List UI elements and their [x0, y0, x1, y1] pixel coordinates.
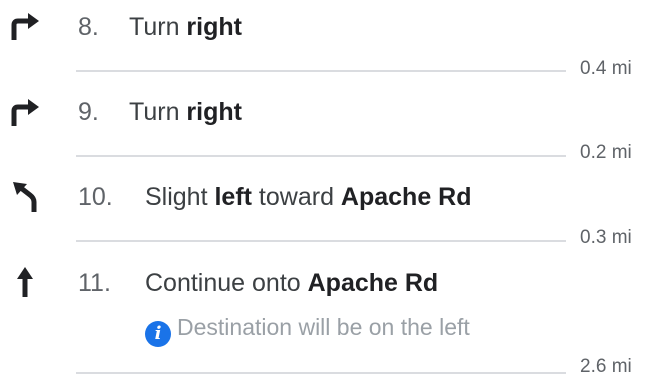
instruction-text: Turn [129, 98, 187, 126]
instruction-text: toward [251, 183, 341, 211]
straight-icon [8, 265, 42, 299]
step-distance: 0.3 mi [580, 227, 632, 248]
step-distance: 0.2 mi [580, 142, 632, 163]
step-divider [76, 70, 566, 72]
step-number: 8. [78, 13, 99, 41]
step-distance: 0.4 mi [580, 58, 632, 79]
destination-note-text: Destination will be on the left [177, 314, 470, 340]
step-divider [76, 240, 566, 242]
instruction-text: Turn [129, 13, 187, 41]
turn-right-icon [8, 10, 42, 44]
instruction-emphasis: Apache Rd [340, 183, 472, 211]
step-instruction: Turn right [129, 12, 242, 42]
step-number: 11. [78, 269, 111, 297]
turn-right-icon [8, 96, 42, 130]
step-instruction: Turn right [129, 97, 242, 127]
instruction-emphasis: left [214, 183, 252, 211]
instruction-emphasis: Apache Rd [307, 269, 439, 297]
step-number: 10. [78, 183, 113, 211]
instruction-text: Slight [145, 183, 215, 211]
step-distance: 2.6 mi [580, 356, 632, 377]
instruction-emphasis: right [186, 98, 242, 126]
instruction-emphasis: right [186, 13, 242, 41]
step-instruction: Slight left toward Apache Rd [145, 182, 472, 212]
instruction-text: Continue onto [145, 269, 308, 297]
step-number: 9. [78, 98, 99, 126]
directions-list: 8. Turn right 0.4 mi 9. Turn right 0.2 m… [0, 0, 648, 378]
step-divider [76, 155, 566, 157]
destination-note: i Destination will be on the left [145, 312, 470, 347]
step-divider [76, 372, 566, 374]
info-icon: i [145, 321, 171, 347]
slight-left-icon [8, 180, 42, 214]
step-instruction: Continue onto Apache Rd [145, 268, 438, 298]
